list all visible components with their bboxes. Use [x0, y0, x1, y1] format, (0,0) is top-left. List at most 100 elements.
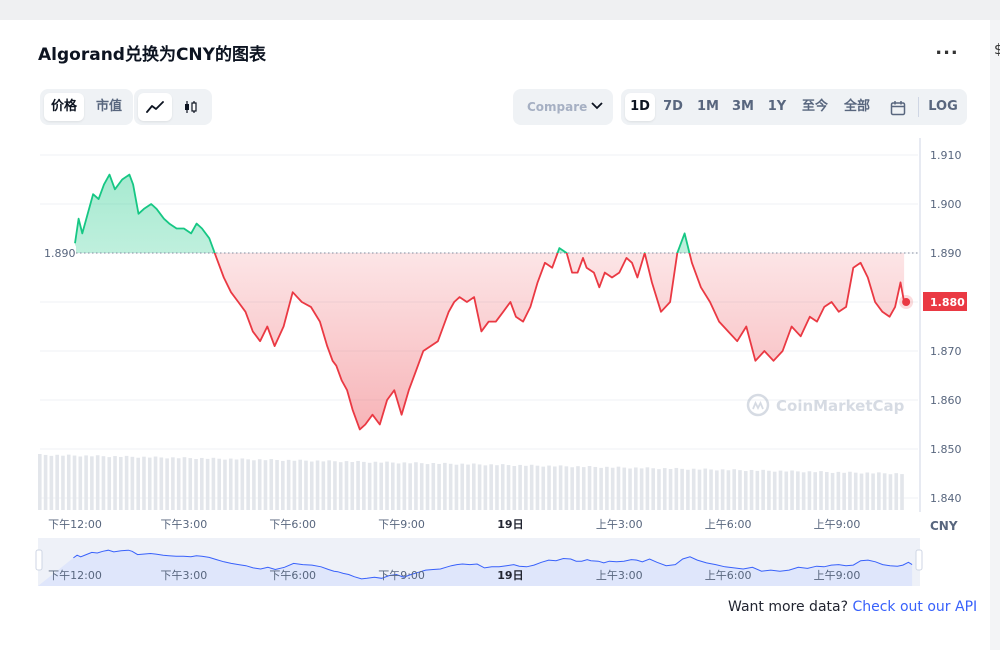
- price-chart[interactable]: 1.890 1.910 1.900 1.890 1.870 1.860 1.850 1.84…: [0, 0, 1000, 650]
- volume-bar: [489, 464, 493, 510]
- volume-bar: [651, 468, 655, 510]
- volume-bar: [385, 461, 389, 510]
- x-tick-label: 上午9:00: [814, 518, 861, 531]
- volume-bar: [813, 472, 818, 510]
- volume-bar: [535, 465, 540, 510]
- volume-bar: [408, 463, 412, 510]
- volume-bar: [512, 465, 517, 510]
- volume-bar: [529, 464, 534, 510]
- volume-bar: [275, 459, 279, 510]
- y-tick-label: 1.850: [930, 443, 962, 456]
- volume-bar: [257, 459, 262, 510]
- volume-bar: [547, 465, 551, 510]
- volume-bar: [871, 473, 875, 510]
- x-tick-label: 19日: [497, 518, 523, 531]
- volume-bar: [466, 464, 470, 510]
- volume-bar: [824, 472, 829, 510]
- volume-bar: [107, 457, 112, 510]
- volume-bar: [755, 470, 760, 510]
- volume-bar: [84, 455, 88, 510]
- volume-bar: [662, 468, 667, 510]
- current-price-label: 1.880: [930, 296, 965, 309]
- volume-bar: [570, 467, 574, 510]
- volume-bar: [726, 470, 731, 510]
- volume-bars: [38, 454, 904, 510]
- volume-bar: [338, 462, 343, 510]
- volume-bar: [691, 468, 696, 510]
- volume-bar: [668, 469, 673, 510]
- volume-bar: [767, 470, 771, 510]
- volume-bar: [541, 466, 546, 510]
- volume-bar: [686, 469, 690, 510]
- volume-bar: [240, 458, 245, 510]
- x-tick-label: 上午6:00: [705, 518, 752, 531]
- volume-bar: [790, 470, 794, 510]
- volume-bar: [593, 466, 598, 510]
- volume-bar: [205, 458, 210, 510]
- volume-bar: [900, 474, 904, 510]
- volume-bar: [119, 456, 123, 510]
- volume-bar: [356, 460, 360, 510]
- volume-bar: [113, 456, 117, 510]
- volume-bar: [211, 457, 216, 510]
- navigator-tick-label: 下午3:00: [161, 569, 208, 582]
- volume-bar: [622, 467, 627, 510]
- volume-bar: [72, 455, 77, 510]
- volume-bar: [877, 472, 881, 510]
- volume-bar: [859, 473, 864, 510]
- volume-bar: [495, 465, 499, 510]
- navigator-tick-label: 下午9:00: [378, 569, 425, 582]
- x-tick-label: 下午12:00: [48, 518, 102, 531]
- volume-bar: [628, 468, 632, 510]
- volume-bar: [894, 473, 899, 510]
- y-axis-ticks: 1.910 1.900 1.890 1.870 1.860 1.850 1.840: [930, 149, 962, 505]
- navigator-left-handle[interactable]: [35, 549, 43, 571]
- volume-bar: [298, 459, 302, 510]
- volume-bar: [309, 461, 314, 510]
- volume-bar: [796, 471, 800, 510]
- volume-bar: [136, 457, 140, 510]
- volume-bar: [234, 459, 239, 510]
- volume-bar: [581, 467, 586, 510]
- api-link[interactable]: Check out our API: [852, 599, 977, 615]
- currency-axis-label: CNY: [930, 519, 958, 533]
- volume-bar: [599, 467, 603, 510]
- volume-bar: [888, 474, 893, 510]
- volume-bar: [252, 460, 256, 510]
- volume-bar: [223, 459, 227, 510]
- baseline-label: 1.890: [44, 247, 76, 260]
- volume-bar: [697, 469, 702, 510]
- navigator-tick-label: 上午9:00: [814, 569, 861, 582]
- volume-bar: [830, 472, 835, 510]
- volume-bar: [738, 470, 742, 510]
- volume-bar: [419, 463, 424, 510]
- volume-bar: [43, 454, 48, 510]
- volume-bar: [437, 463, 441, 510]
- volume-bar: [703, 468, 708, 510]
- volume-bar: [95, 455, 100, 510]
- volume-bar: [680, 468, 684, 510]
- navigator-tick-label: 上午3:00: [596, 569, 643, 582]
- volume-bar: [772, 471, 777, 510]
- volume-bar: [171, 457, 175, 510]
- watermark-text: CoinMarketCap: [776, 397, 905, 415]
- volume-bar: [321, 461, 326, 510]
- volume-bar: [616, 466, 621, 510]
- volume-bar: [483, 465, 488, 510]
- volume-bar: [217, 458, 221, 510]
- navigator-right-handle[interactable]: [915, 549, 923, 571]
- volume-bar: [38, 454, 42, 510]
- volume-bar: [333, 461, 337, 510]
- volume-bar: [610, 467, 615, 510]
- volume-bar: [564, 466, 569, 510]
- volume-bar: [315, 460, 320, 510]
- volume-bar: [448, 463, 453, 510]
- volume-bar: [188, 458, 193, 510]
- volume-bar: [153, 456, 158, 510]
- volume-bar: [836, 471, 841, 510]
- volume-bar: [553, 466, 557, 510]
- volume-bar: [373, 461, 378, 510]
- volume-bar: [327, 460, 331, 510]
- volume-bar: [281, 460, 285, 510]
- navigator-tick-label: 上午6:00: [705, 569, 752, 582]
